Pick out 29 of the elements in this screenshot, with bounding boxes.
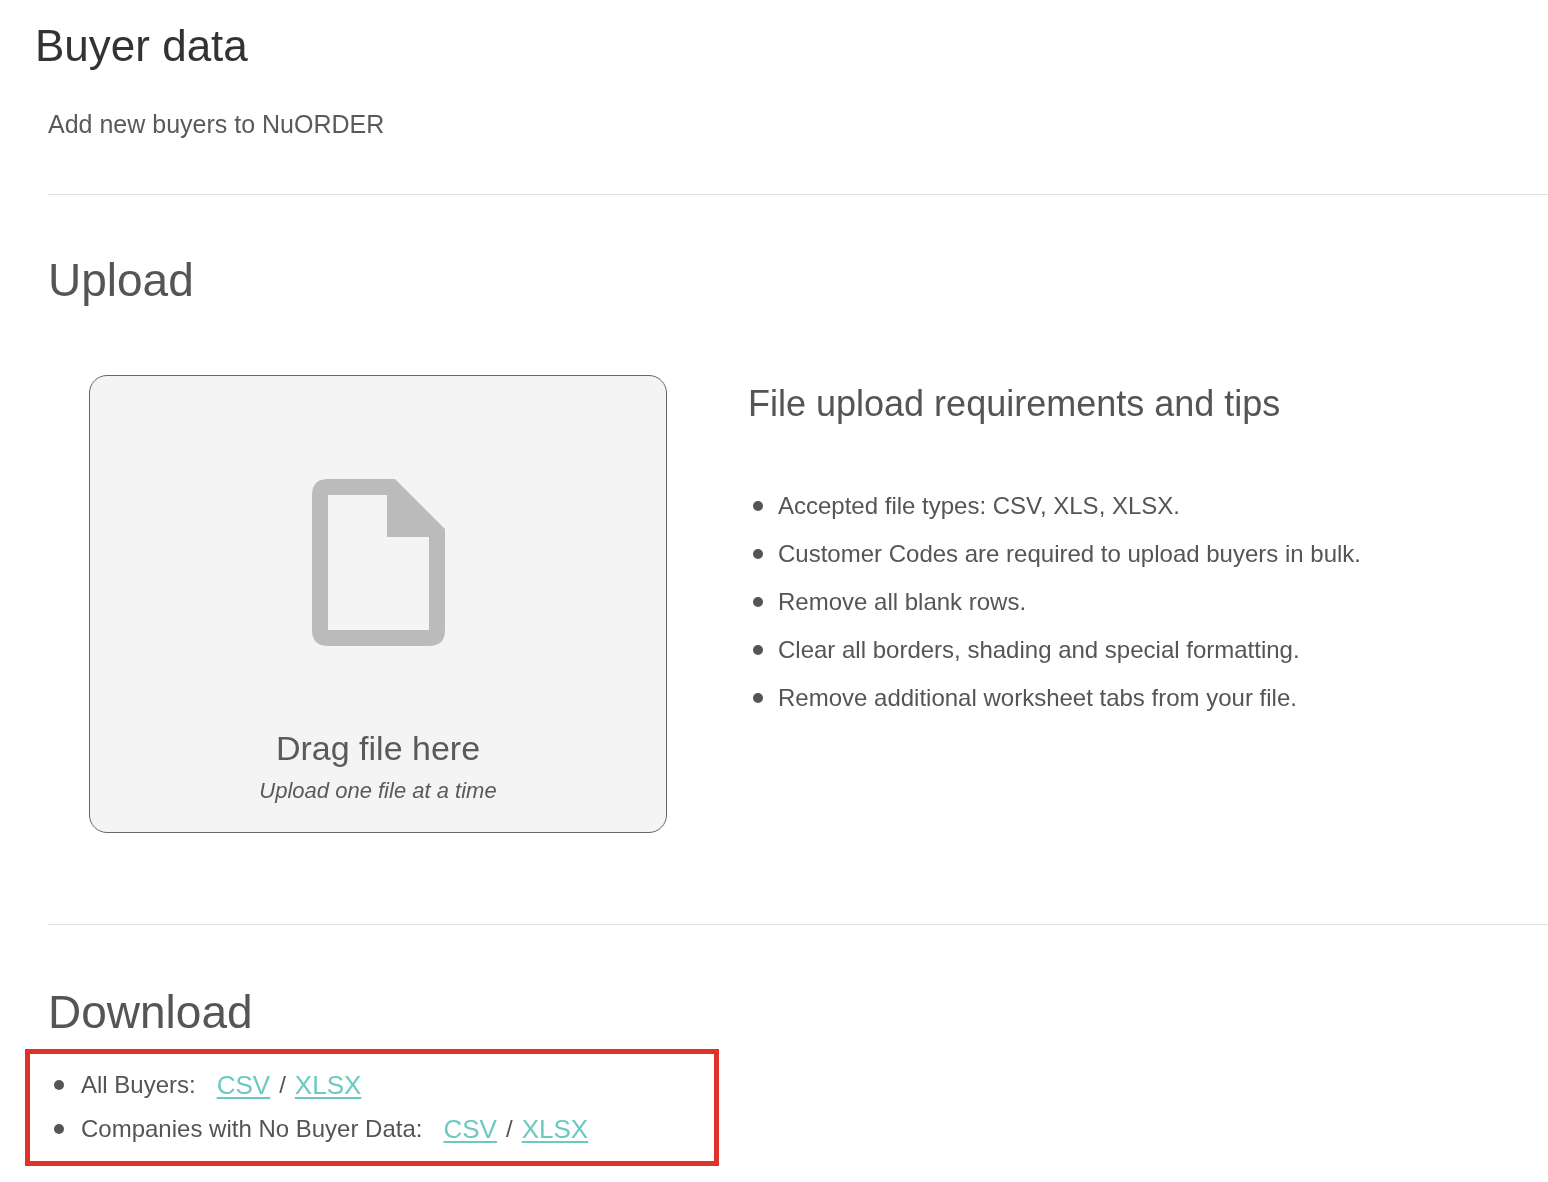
tip-text: Accepted file types: CSV, XLS, XLSX. [778,491,1180,521]
link-separator: / [279,1070,286,1100]
tips-heading: File upload requirements and tips [748,382,1281,426]
section-heading: Download [48,985,253,1040]
bullet-icon [54,1124,64,1134]
tip-text: Clear all borders, shading and special formatting. [778,635,1300,665]
bullet-icon [54,1080,64,1090]
file-dropzone[interactable]: Drag file here Upload one file at a time [89,375,667,833]
dropzone-hint: Upload one file at a time [259,777,497,805]
download-label: All Buyers: [81,1070,196,1100]
bullet-icon [753,693,763,703]
download-link[interactable]: CSV [443,1114,497,1144]
tip-text: Customer Codes are required to upload buyers in bulk. [778,539,1361,569]
page-title: Buyer data [35,20,248,72]
dropzone-title: Drag file here [275,728,481,768]
bullet-icon [753,501,763,511]
bullet-icon [753,597,763,607]
tip-text: Remove additional worksheet tabs from your file. [778,683,1297,713]
page-subtitle: Add new buyers to NuORDER [48,109,385,139]
bullet-icon [753,645,763,655]
download-link[interactable]: CSV [216,1070,271,1100]
file-icon [311,479,445,646]
link-separator: / [505,1114,513,1144]
section-heading: Upload [48,253,194,308]
tip-text: Remove all blank rows. [778,587,1027,617]
download-label: Companies with No Buyer Data: [81,1114,423,1144]
bullet-icon [753,549,763,559]
download-link[interactable]: XLSX [294,1070,362,1100]
download-link[interactable]: XLSX [521,1114,589,1144]
